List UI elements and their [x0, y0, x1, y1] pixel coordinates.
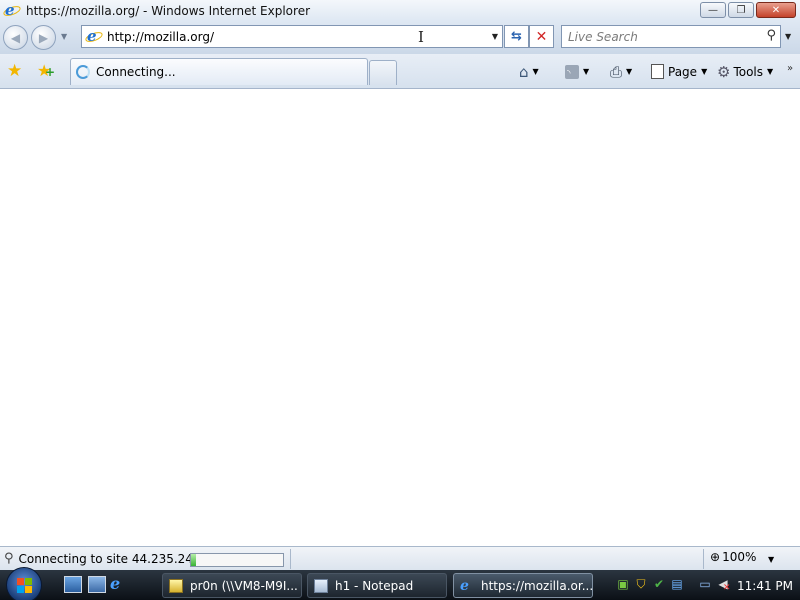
page-menu-button[interactable]: Page ▼: [651, 54, 707, 89]
clock[interactable]: 11:41 PM: [737, 579, 793, 593]
window-controls: — ❐ ✕: [700, 2, 796, 18]
close-button[interactable]: ✕: [756, 2, 796, 18]
taskbar-item[interactable]: pr0n (\\VM8-M9I...: [162, 573, 302, 598]
status-search-icon: ⚲: [4, 551, 14, 566]
ie-icon: e: [2, 1, 22, 19]
page-menu-label: Page: [668, 64, 698, 79]
status-bar: ⚲ Connecting to site 44.235.246.1 ⊕ 100%…: [0, 546, 800, 570]
zoom-dropdown-icon[interactable]: ▼: [768, 555, 774, 564]
status-divider: [290, 549, 291, 569]
window-title: https://mozilla.org/ - Windows Internet …: [26, 3, 311, 18]
forward-button[interactable]: ▶: [31, 25, 56, 50]
loading-spinner-icon: [76, 65, 90, 79]
progress-bar: [190, 553, 284, 567]
stop-button[interactable]: ✕: [529, 25, 554, 48]
start-button[interactable]: [6, 567, 42, 600]
tray-app-icon[interactable]: ▣: [616, 577, 630, 591]
volume-muted-icon[interactable]: ◀ ✕: [716, 577, 730, 593]
maximize-button[interactable]: ❐: [728, 2, 754, 18]
navigation-bar: ◀ ▶ ▼ e http://mozilla.org/ I ▼ ⇆ ✕ Live…: [0, 21, 800, 54]
tab-current[interactable]: Connecting...: [70, 58, 368, 85]
page-ie-icon: e: [84, 27, 104, 45]
show-desktop-icon[interactable]: [64, 576, 82, 593]
address-dropdown-icon[interactable]: ▼: [492, 32, 498, 41]
printer-icon: ⎙: [610, 62, 623, 81]
print-dropdown-icon[interactable]: ▼: [626, 67, 632, 76]
zoom-level: 100%: [722, 550, 757, 564]
status-text: Connecting to site 44.235.246.1: [18, 551, 213, 566]
quicklaunch-ie-icon[interactable]: e: [110, 574, 128, 593]
taskbar-item-label: h1 - Notepad: [335, 578, 414, 593]
taskbar-item[interactable]: h1 - Notepad: [307, 573, 447, 598]
page-dropdown-icon: ▼: [701, 67, 708, 76]
tools-menu-button[interactable]: ⚙ Tools ▼: [717, 54, 773, 89]
notepad-icon: [314, 578, 328, 593]
print-button[interactable]: ⎙ ▼: [610, 54, 632, 89]
taskbar-item-active[interactable]: e https://mozilla.or...: [453, 573, 593, 598]
rss-feed-icon: ◝: [565, 64, 579, 79]
home-icon: ⌂: [519, 62, 529, 81]
network-icon[interactable]: ▭: [698, 577, 712, 591]
system-tray: ▣ ⛉ ✔ ▤ ▭ ◀ ✕ 11:41 PM: [610, 573, 798, 598]
minimize-button[interactable]: —: [700, 2, 726, 18]
page-content-area[interactable]: [0, 89, 800, 546]
refresh-icon: ⇆: [511, 29, 522, 44]
new-tab-button[interactable]: [369, 60, 397, 85]
search-options-dropdown-icon[interactable]: ▼: [785, 32, 791, 41]
search-icon[interactable]: ⚲: [766, 28, 776, 43]
tab-label: Connecting...: [96, 65, 176, 79]
refresh-button[interactable]: ⇆: [504, 25, 529, 48]
favorites-center-icon[interactable]: ★: [7, 61, 22, 81]
add-favorites-icon[interactable]: ★ +: [37, 61, 55, 80]
back-button[interactable]: ◀: [3, 25, 28, 50]
tools-dropdown-icon: ▼: [767, 67, 774, 76]
stop-icon: ✕: [535, 28, 548, 45]
chevron-more-icon[interactable]: »: [787, 63, 793, 74]
ie-icon: e: [460, 577, 469, 594]
switch-windows-icon[interactable]: [88, 576, 106, 593]
recent-pages-dropdown-icon[interactable]: ▼: [61, 32, 67, 41]
progress-fill: [191, 554, 196, 566]
command-bar: ★ ★ + Connecting... ⌂ ▼ ◝ ▼ ⎙ ▼ Page ▼ ⚙ Tool…: [0, 54, 800, 89]
search-input[interactable]: Live Search: [568, 30, 638, 44]
status-divider: [703, 549, 704, 569]
search-box[interactable]: Live Search ⚲: [561, 25, 781, 48]
page-icon: [651, 64, 664, 79]
taskbar: e pr0n (\\VM8-M9I... h1 - Notepad e http…: [0, 567, 800, 600]
tray-network-icon[interactable]: ▤: [670, 577, 684, 591]
address-bar[interactable]: e http://mozilla.org/ I ▼: [81, 25, 503, 48]
home-button[interactable]: ⌂ ▼: [519, 54, 539, 89]
security-shield-icon[interactable]: ⛉: [634, 577, 648, 591]
windows-logo-icon: [17, 578, 32, 593]
gear-icon: ⚙: [717, 62, 731, 81]
tools-menu-label: Tools: [733, 64, 764, 79]
zoom-control[interactable]: ⊕ 100%: [710, 550, 756, 564]
monitor-icon: [169, 578, 183, 593]
home-dropdown-icon[interactable]: ▼: [533, 67, 539, 76]
feeds-dropdown-icon[interactable]: ▼: [583, 67, 589, 76]
taskbar-item-label: https://mozilla.or...: [481, 578, 593, 593]
tray-check-icon[interactable]: ✔: [652, 577, 666, 591]
taskbar-item-label: pr0n (\\VM8-M9I...: [190, 578, 298, 593]
address-url[interactable]: http://mozilla.org/: [107, 30, 214, 44]
zoom-icon: ⊕: [710, 550, 721, 564]
title-bar[interactable]: e https://mozilla.org/ - Windows Interne…: [0, 0, 800, 21]
text-cursor-icon: I: [418, 28, 424, 46]
feeds-button[interactable]: ◝ ▼: [565, 54, 589, 89]
